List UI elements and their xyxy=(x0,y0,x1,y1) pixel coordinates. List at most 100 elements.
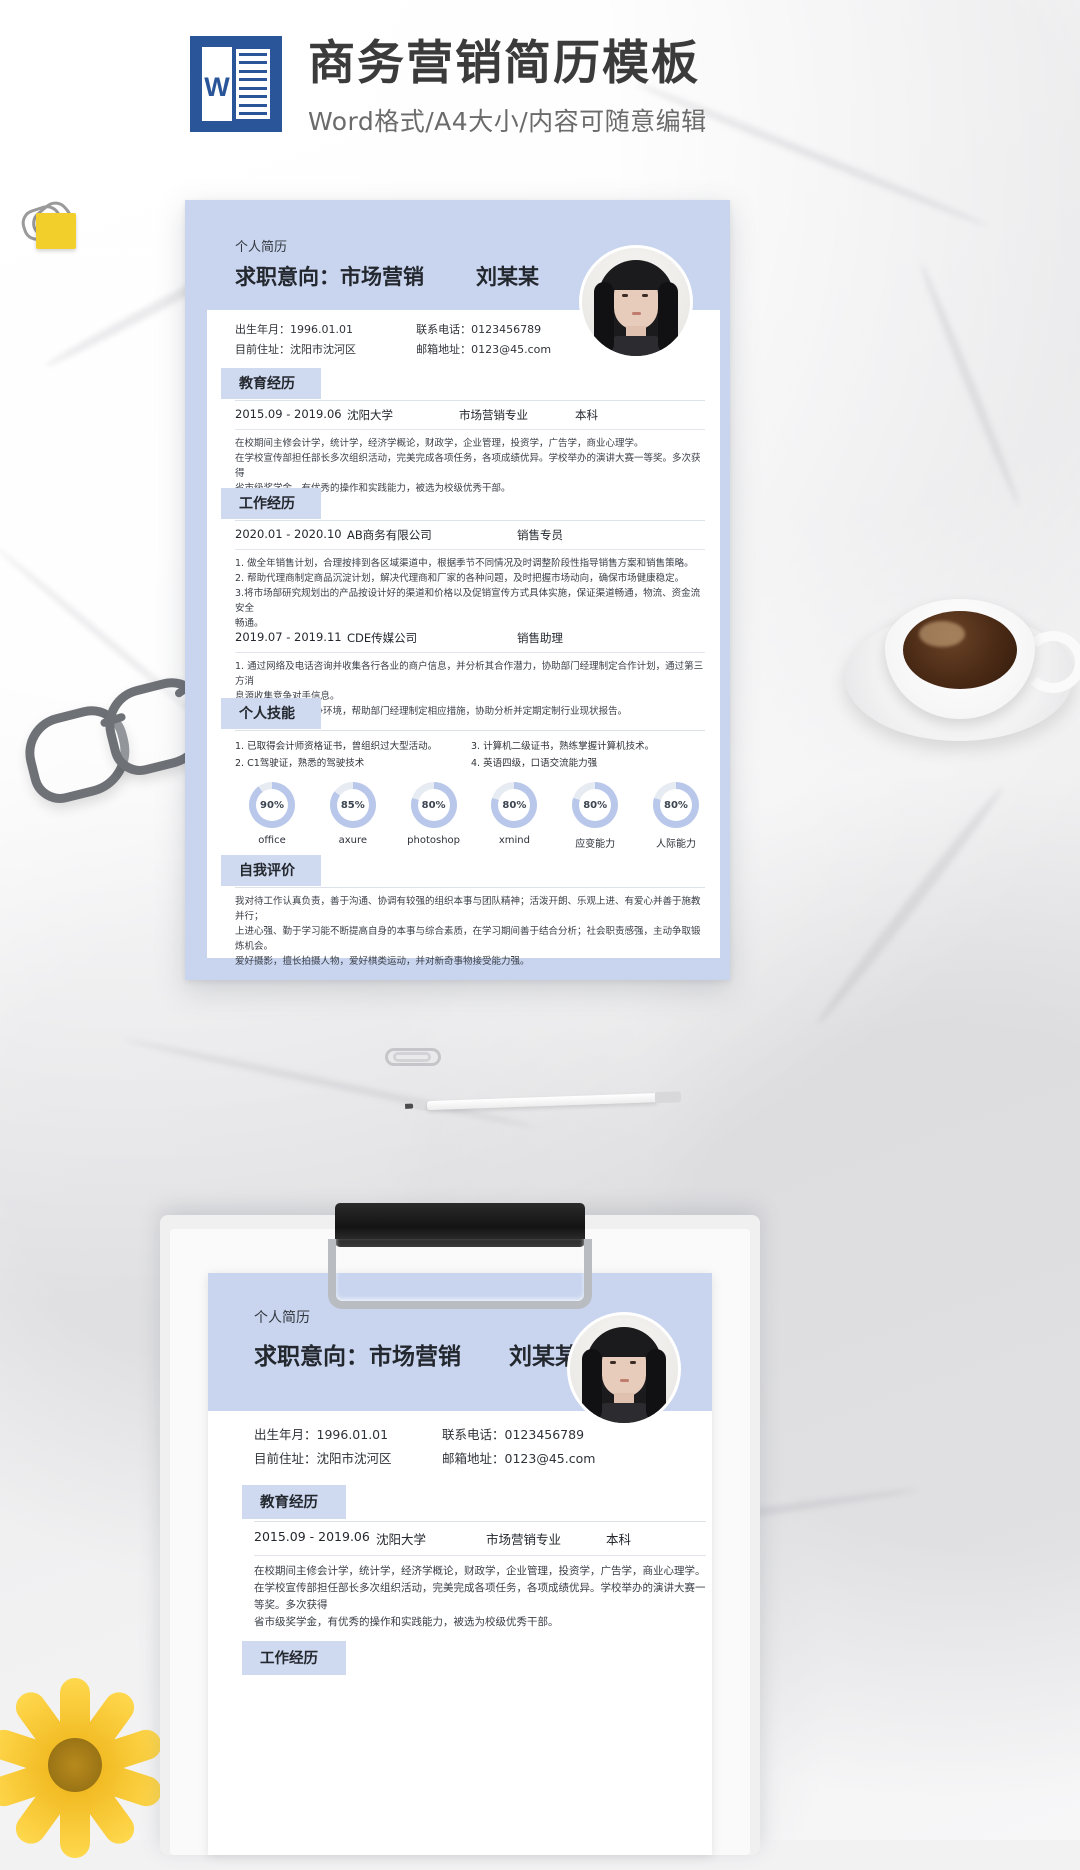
work-entry-row: 2020.01 - 2020.10 AB商务有限公司 销售专员 xyxy=(235,527,705,543)
contact-row: 目前住址：沈阳市沈河区 邮箱地址：0123@45.com xyxy=(235,340,655,360)
skills-block: 1. 已取得会计师资格证书，曾组织过大型活动。 3. 计算机二级证书，熟练掌握计… xyxy=(235,738,713,850)
preview-education-body-line: 在校期间主修会计学，统计学，经济学概论，财政学，企业管理，投资学，广告学，商业心… xyxy=(254,1565,706,1577)
contact-address-value: 沈阳市沈河区 xyxy=(290,343,356,356)
work-date: 2019.07 - 2019.11 xyxy=(235,630,342,644)
clipboard-arm xyxy=(328,1239,592,1309)
sunflower-prop xyxy=(0,1660,180,1870)
skill-ring: 85% axure xyxy=(316,782,390,850)
page-title: 商务营销简历模板 xyxy=(308,36,700,91)
paperclip-prop xyxy=(385,1048,441,1066)
education-entry: 2015.09 - 2019.06 沈阳大学 市场营销专业 本科 在校期间主修会… xyxy=(235,407,705,496)
divider xyxy=(235,549,705,550)
skill-ring-dial: 80% xyxy=(652,782,699,828)
divider xyxy=(254,1555,706,1556)
work-role: 销售专员 xyxy=(517,528,563,542)
divider xyxy=(235,887,705,888)
section-education: 教育经历 xyxy=(221,368,321,399)
skill-item: 3. 计算机二级证书，熟练掌握计算机技术。 xyxy=(471,741,655,752)
word-icon-letter: W xyxy=(204,72,230,102)
preview-education-date: 2015.09 - 2019.06 xyxy=(254,1529,370,1544)
work-entry-row: 2019.07 - 2019.11 CDE传媒公司 销售助理 xyxy=(235,630,705,646)
preview-contact-row: 目前住址：沈阳市沈河区 邮箱地址：0123@45.com xyxy=(254,1447,674,1471)
pencil-lead xyxy=(405,1103,414,1109)
preview-avatar-hair-right xyxy=(646,1349,666,1421)
contact-phone: 联系电话：0123456789 xyxy=(416,320,655,340)
divider xyxy=(235,429,705,430)
section-skills: 个人技能 xyxy=(221,698,321,729)
education-body: 在校期间主修会计学，统计学，经济学概论，财政学，企业管理，投资学，广告学，商业心… xyxy=(235,436,705,496)
preview-avatar-eye-right xyxy=(630,1361,636,1364)
preview-education-major: 市场营销专业 xyxy=(486,1532,562,1547)
avatar-mouth xyxy=(632,312,641,315)
skill-ring-label: xmind xyxy=(498,835,530,846)
contact-birth: 出生年月：1996.01.01 xyxy=(235,320,416,340)
skill-item: 2. C1驾驶证，熟悉的驾驶技术 xyxy=(235,758,365,769)
marble-vein xyxy=(123,1036,537,1131)
divider xyxy=(235,730,705,731)
preview-birth-value: 1996.01.01 xyxy=(316,1427,389,1442)
preview-contact-email: 邮箱地址：0123@45.com xyxy=(442,1447,672,1471)
skill-ring-percent: 80% xyxy=(502,799,527,811)
preview-avatar-hair-left xyxy=(582,1349,602,1421)
resume-preview-page[interactable]: 个人简历 求职意向：市场营销 刘某某 出生年月：1996.01.01 联系电话：0… xyxy=(208,1273,712,1855)
work-entry-1: 2020.01 - 2020.10 AB商务有限公司 销售专员 1. 做全年销售… xyxy=(235,527,705,631)
sunflower-core xyxy=(48,1738,102,1792)
skill-ring: 80% 应变能力 xyxy=(558,782,632,850)
education-body-line: 在校期间主修会计学，统计学，经济学概论，财政学，企业管理，投资学，广告学，商业心… xyxy=(235,438,644,449)
contact-email: 邮箱地址：0123@45.com xyxy=(416,340,655,360)
coffee-liquid xyxy=(903,611,1017,689)
word-document-icon: W xyxy=(190,36,282,132)
skill-ring-dial: 85% xyxy=(329,782,376,828)
resume-page[interactable]: 个人简历 求职意向：市场营销 刘某某 出生年月：1996.01.01 联系电话：0… xyxy=(185,200,730,980)
preview-objective: 求职意向：市场营销 xyxy=(254,1344,461,1370)
preview-phone-label: 联系电话： xyxy=(442,1427,505,1442)
contact-row: 出生年月：1996.01.01 联系电话：0123456789 xyxy=(235,320,655,340)
skill-ring-dial: 90% xyxy=(249,782,295,828)
preview-address-value: 沈阳市沈河区 xyxy=(316,1451,392,1466)
section-summary: 自我评价 xyxy=(221,855,321,886)
section-title-skills: 个人技能 xyxy=(221,698,321,729)
preview-phone-value: 0123456789 xyxy=(504,1427,585,1442)
avatar-eye-left xyxy=(622,294,628,297)
contact-birth-value: 1996.01.01 xyxy=(290,323,353,336)
skill-ring-dial: 80% xyxy=(491,782,538,828)
skill-ring-percent: 85% xyxy=(340,799,365,811)
summary-body-line: 上进心强、勤于学习能不断提高自身的本事与综合素质，在学习期间善于结合分析；社会职… xyxy=(235,926,701,952)
preview-name: 刘某某 xyxy=(509,1344,578,1370)
preview-education-body: 在校期间主修会计学，统计学，经济学概论，财政学，企业管理，投资学，广告学，商业心… xyxy=(254,1563,706,1631)
divider xyxy=(254,1521,706,1522)
preview-contact-phone: 联系电话：0123456789 xyxy=(442,1423,672,1447)
skill-ring-percent: 80% xyxy=(421,799,446,811)
page-subtitle: Word格式/A4大小/内容可随意编辑 xyxy=(308,107,707,136)
skill-ring: 80% 人际能力 xyxy=(639,782,713,850)
preview-contact-row: 出生年月：1996.01.01 联系电话：0123456789 xyxy=(254,1423,674,1447)
preview-section-education: 教育经历 xyxy=(242,1485,346,1519)
preview-contact-birth: 出生年月：1996.01.01 xyxy=(254,1423,442,1447)
skill-ring: 80% photoshop xyxy=(397,782,471,850)
preview-contact-block: 出生年月：1996.01.01 联系电话：0123456789 目前住址：沈阳市… xyxy=(254,1423,674,1471)
section-title-work: 工作经历 xyxy=(221,488,321,519)
preview-education-row: 2015.09 - 2019.06 沈阳大学 市场营销专业 本科 xyxy=(254,1529,706,1548)
contact-address-label: 目前住址： xyxy=(235,343,290,356)
work-body-line: 畅通。 xyxy=(235,618,264,629)
preview-email-label: 邮箱地址： xyxy=(442,1451,505,1466)
skill-ring-label: office xyxy=(258,835,286,846)
contact-email-label: 邮箱地址： xyxy=(416,343,472,356)
contact-birth-label: 出生年月： xyxy=(235,323,290,336)
work-role: 销售助理 xyxy=(517,631,563,645)
resume-objective: 求职意向：市场营销 xyxy=(235,265,424,289)
education-date: 2015.09 - 2019.06 xyxy=(235,407,342,421)
preview-birth-label: 出生年月： xyxy=(254,1427,317,1442)
promo-header: W 商务营销简历模板 Word格式/A4大小/内容可随意编辑 xyxy=(190,36,707,138)
skill-ring-label: photoshop xyxy=(407,835,461,846)
preview-education-body-line: 省市级奖学金，有优秀的操作和实践能力，被选为校级优秀干部。 xyxy=(254,1616,559,1628)
preview-education-org: 沈阳大学 xyxy=(376,1532,427,1547)
preview-email-value: 0123@45.com xyxy=(504,1451,596,1466)
binder-body xyxy=(36,213,76,249)
marble-vein xyxy=(812,784,1008,1028)
work-company: AB商务有限公司 xyxy=(347,528,432,542)
section-work: 工作经历 xyxy=(221,488,321,519)
education-body-line: 在学校宣传部担任部长多次组织活动，完美完成各项任务，各项成绩优异。学校举办的演讲… xyxy=(235,453,701,479)
skill-ring-dial: 80% xyxy=(572,782,619,828)
section-title-education: 教育经历 xyxy=(221,368,321,399)
